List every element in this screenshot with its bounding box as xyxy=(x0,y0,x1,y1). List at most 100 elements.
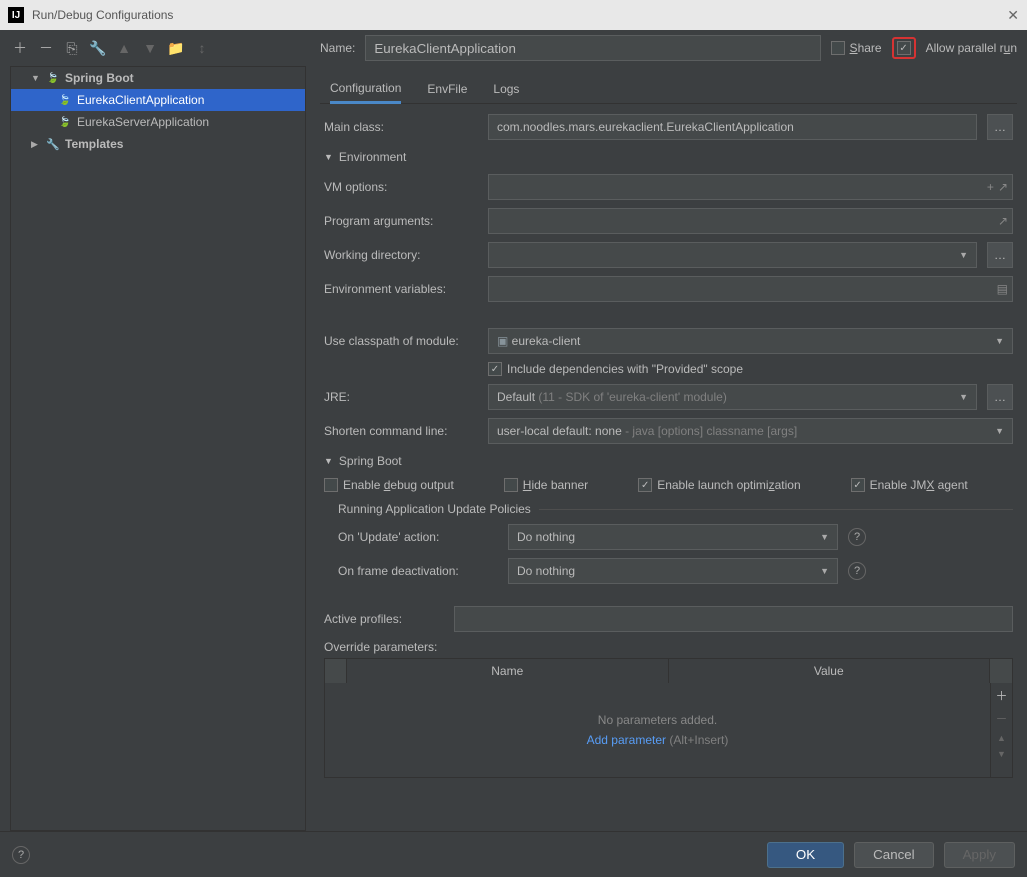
share-label: Share xyxy=(850,41,882,55)
share-checkbox[interactable]: Share xyxy=(831,41,882,55)
tree-node-eureka-client[interactable]: 🍃 EurekaClientApplication xyxy=(11,89,305,111)
checkbox-icon xyxy=(851,478,865,492)
chevron-down-icon: ▼ xyxy=(995,336,1004,346)
folder-button[interactable]: 📁 xyxy=(166,38,186,58)
allow-parallel-label: Allow parallel run xyxy=(926,41,1017,55)
move-down-button[interactable]: ▼ xyxy=(140,38,160,58)
on-update-select[interactable]: Do nothing▼ xyxy=(508,524,838,550)
override-params-label: Override parameters: xyxy=(324,640,1013,654)
checkbox-icon xyxy=(504,478,518,492)
wrench-icon: 🔧 xyxy=(45,136,61,152)
on-update-label: On 'Update' action: xyxy=(338,530,498,544)
override-params-table: Name Value No parameters added. Add para… xyxy=(324,658,1013,778)
launch-opt-checkbox[interactable]: Enable launch optimization xyxy=(638,478,800,492)
config-tree[interactable]: ▼ 🍃 Spring Boot 🍃 EurekaClientApplicatio… xyxy=(10,66,306,831)
chevron-down-icon: ▼ xyxy=(820,566,829,576)
window-titlebar: IJ Run/Debug Configurations ✕ xyxy=(0,0,1027,30)
window-title: Run/Debug Configurations xyxy=(32,8,173,22)
app-icon: IJ xyxy=(8,7,24,23)
working-dir-label: Working directory: xyxy=(324,248,478,262)
add-parameter-link[interactable]: Add parameter xyxy=(587,733,666,747)
remove-config-button[interactable]: － xyxy=(36,38,56,58)
tree-label: Templates xyxy=(65,137,123,151)
apply-button[interactable]: Apply xyxy=(944,842,1015,868)
browse-working-dir-button[interactable]: … xyxy=(987,242,1013,268)
include-provided-checkbox[interactable]: Include dependencies with "Provided" sco… xyxy=(488,362,743,376)
jre-label: JRE: xyxy=(324,390,478,404)
config-name-input[interactable] xyxy=(365,35,820,61)
sort-button[interactable]: ↕ xyxy=(192,38,212,58)
edit-config-button[interactable]: 🔧 xyxy=(88,38,108,58)
help-button[interactable]: ? xyxy=(12,846,30,864)
checkbox-icon xyxy=(488,362,502,376)
update-policies-title: Running Application Update Policies xyxy=(338,502,1013,516)
chevron-down-icon: ▼ xyxy=(995,426,1004,436)
expand-icon[interactable]: ↗ xyxy=(998,214,1008,228)
enable-debug-checkbox[interactable]: Enable debug output xyxy=(324,478,454,492)
spring-boot-icon: 🍃 xyxy=(57,114,73,130)
ok-button[interactable]: OK xyxy=(767,842,844,868)
add-config-button[interactable]: ＋ xyxy=(10,38,30,58)
highlight-box xyxy=(892,37,916,59)
on-frame-select[interactable]: Do nothing▼ xyxy=(508,558,838,584)
move-up-button[interactable]: ▲ xyxy=(114,38,134,58)
chevron-down-icon: ▼ xyxy=(959,392,968,402)
program-args-input[interactable]: ↗ xyxy=(488,208,1013,234)
move-down-param-button: ▼ xyxy=(997,749,1006,759)
allow-parallel-checkbox[interactable] xyxy=(897,41,911,55)
checkbox-icon xyxy=(638,478,652,492)
name-label: Name: xyxy=(320,41,355,55)
tree-node-templates[interactable]: ▶ 🔧 Templates xyxy=(11,133,305,155)
active-profiles-input[interactable] xyxy=(454,606,1013,632)
active-profiles-label: Active profiles: xyxy=(324,612,444,626)
chevron-down-icon: ▼ xyxy=(959,250,968,260)
classpath-module-select[interactable]: ▣ eureka-client ▼ xyxy=(488,328,1013,354)
environment-section-header[interactable]: ▼ Environment xyxy=(324,150,1013,164)
hide-banner-checkbox[interactable]: Hide banner xyxy=(504,478,588,492)
tree-label: EurekaClientApplication xyxy=(77,93,204,107)
browse-jre-button[interactable]: … xyxy=(987,384,1013,410)
tree-node-eureka-server[interactable]: 🍃 EurekaServerApplication xyxy=(11,111,305,133)
working-dir-input[interactable]: ▼ xyxy=(488,242,977,268)
cancel-button[interactable]: Cancel xyxy=(854,842,934,868)
spring-boot-icon: 🍃 xyxy=(45,70,61,86)
vm-options-input[interactable]: +↗ xyxy=(488,174,1013,200)
chevron-down-icon: ▼ xyxy=(820,532,829,542)
checkbox-icon xyxy=(324,478,338,492)
jmx-agent-checkbox[interactable]: Enable JMX agent xyxy=(851,478,968,492)
tab-configuration[interactable]: Configuration xyxy=(330,74,401,104)
main-class-input[interactable]: com.noodles.mars.eurekaclient.EurekaClie… xyxy=(488,114,977,140)
close-icon[interactable]: ✕ xyxy=(1007,7,1019,24)
shorten-cmd-select[interactable]: user-local default: none - java [options… xyxy=(488,418,1013,444)
expand-icon[interactable]: ↗ xyxy=(998,180,1008,194)
main-class-label: Main class: xyxy=(324,120,478,134)
config-tabs: Configuration EnvFile Logs xyxy=(320,74,1017,104)
add-icon[interactable]: + xyxy=(987,180,994,194)
program-args-label: Program arguments: xyxy=(324,214,478,228)
chevron-down-icon: ▼ xyxy=(324,456,333,466)
tree-node-spring-boot[interactable]: ▼ 🍃 Spring Boot xyxy=(11,67,305,89)
tab-logs[interactable]: Logs xyxy=(493,74,519,104)
copy-config-button[interactable]: ⎘ xyxy=(62,38,82,58)
list-icon[interactable]: ▤ xyxy=(997,282,1008,296)
chevron-right-icon: ▶ xyxy=(31,139,41,150)
vm-options-label: VM options: xyxy=(324,180,478,194)
chevron-down-icon: ▼ xyxy=(324,152,333,162)
jre-select[interactable]: Default (11 - SDK of 'eureka-client' mod… xyxy=(488,384,977,410)
on-frame-label: On frame deactivation: xyxy=(338,564,498,578)
spring-boot-section-header[interactable]: ▼ Spring Boot xyxy=(324,454,1013,468)
browse-main-class-button[interactable]: … xyxy=(987,114,1013,140)
no-params-text: No parameters added. xyxy=(598,713,717,727)
help-icon[interactable]: ? xyxy=(848,562,866,580)
checkbox-icon xyxy=(831,41,845,55)
spring-boot-icon: 🍃 xyxy=(57,92,73,108)
env-vars-input[interactable]: ▤ xyxy=(488,276,1013,302)
help-icon[interactable]: ? xyxy=(848,528,866,546)
tree-label: Spring Boot xyxy=(65,71,134,85)
tab-envfile[interactable]: EnvFile xyxy=(427,74,467,104)
param-value-column: Value xyxy=(669,659,991,683)
env-vars-label: Environment variables: xyxy=(324,282,478,296)
checkbox-icon xyxy=(897,41,911,55)
tree-label: EurekaServerApplication xyxy=(77,115,209,129)
add-param-button[interactable]: ＋ xyxy=(995,687,1007,704)
